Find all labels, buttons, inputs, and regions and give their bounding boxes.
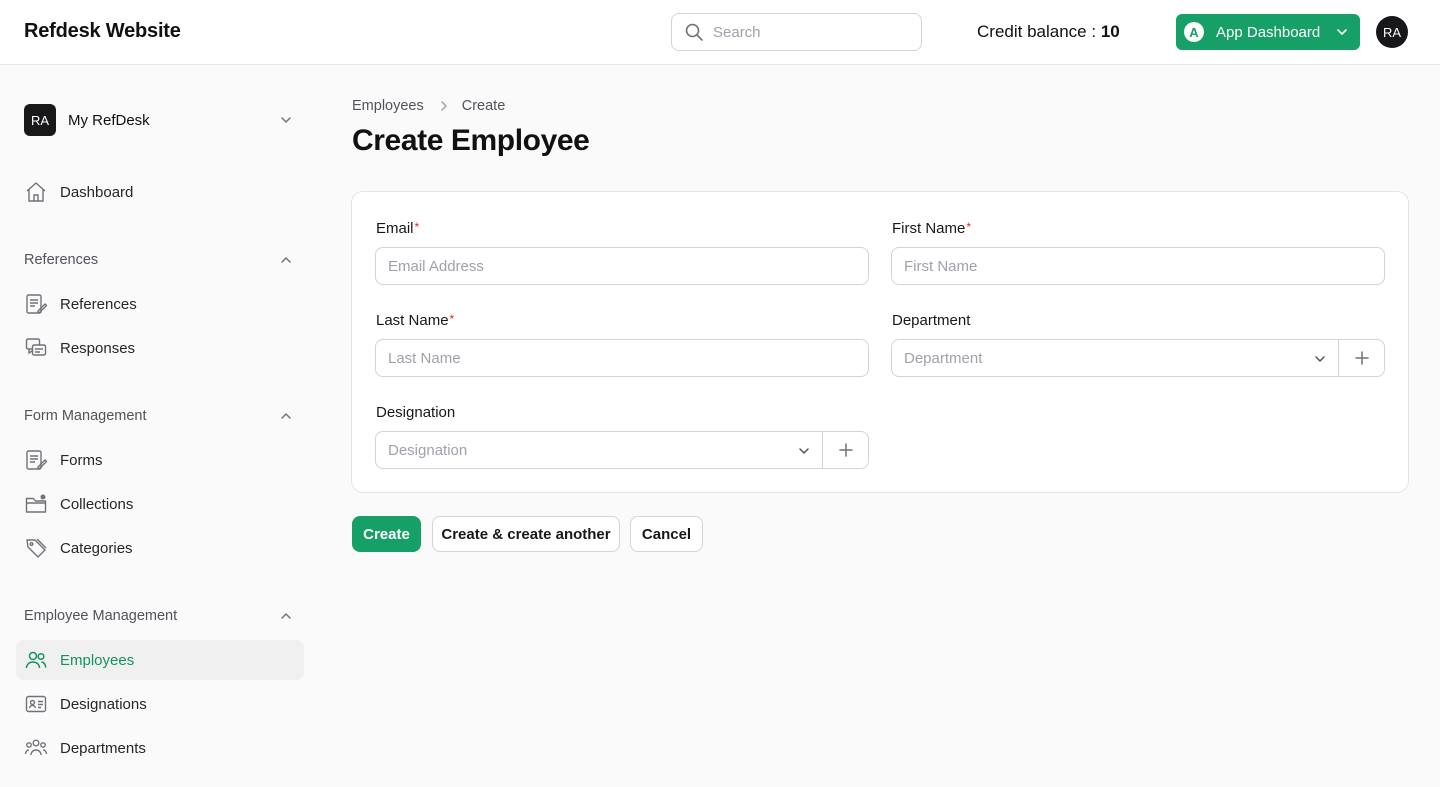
- designation-select[interactable]: Designation: [375, 431, 869, 469]
- search-box[interactable]: [671, 13, 922, 51]
- sidebar-item-label: Employees: [60, 651, 135, 669]
- categories-icon: [26, 538, 47, 558]
- chevron-up-icon: [281, 413, 291, 419]
- group-label: References: [24, 252, 99, 268]
- required-mark: *: [414, 220, 420, 234]
- group-label: Employee Management: [24, 608, 178, 624]
- email-input[interactable]: [388, 248, 856, 284]
- chevron-up-icon: [281, 613, 291, 619]
- team-switcher[interactable]: RA My RefDesk: [24, 104, 296, 136]
- employee-form-card: Email* First Name* Last Name* Department…: [351, 191, 1409, 493]
- first-name-input[interactable]: [904, 248, 1372, 284]
- add-department-button[interactable]: [1338, 340, 1384, 376]
- breadcrumb-employees[interactable]: Employees: [352, 98, 424, 114]
- sidebar-item-collections[interactable]: Collections: [16, 484, 304, 524]
- sidebar-item-label: Responses: [60, 339, 136, 357]
- team-name: My RefDesk: [68, 111, 150, 129]
- last-name-label-text: Last Name: [376, 312, 449, 329]
- chevron-down-icon[interactable]: [798, 445, 810, 457]
- email-label-text: Email: [376, 220, 414, 237]
- cancel-button[interactable]: Cancel: [630, 516, 703, 552]
- sidebar-item-label: Categories: [60, 539, 133, 557]
- collections-icon: [25, 494, 47, 513]
- references-icon: [26, 294, 48, 314]
- sidebar-item-label: Designations: [60, 695, 147, 713]
- page-title: Create Employee: [352, 124, 590, 157]
- home-icon: [26, 182, 46, 202]
- sidebar-item-employees[interactable]: Employees: [16, 640, 304, 680]
- breadcrumb: Employees Create: [352, 98, 505, 114]
- sidebar-item-responses[interactable]: Responses: [16, 328, 304, 368]
- plus-icon: [838, 443, 853, 457]
- sidebar-item-designations[interactable]: Designations: [16, 684, 304, 724]
- group-label: Form Management: [24, 408, 147, 424]
- brand-title[interactable]: Refdesk Website: [24, 20, 181, 43]
- team-avatar: RA: [24, 104, 56, 136]
- sidebar-item-label: Collections: [60, 495, 134, 513]
- group-form-management[interactable]: Form Management: [24, 406, 296, 426]
- chevron-right-icon: [440, 101, 447, 111]
- create-button[interactable]: Create: [352, 516, 421, 552]
- group-references[interactable]: References: [24, 250, 296, 270]
- sidebar-item-forms[interactable]: Forms: [16, 440, 304, 480]
- first-name-field[interactable]: [891, 247, 1385, 285]
- sidebar-item-label: Forms: [60, 451, 103, 469]
- departments-icon: [24, 739, 48, 756]
- app-dashboard-label: App Dashboard: [1216, 23, 1321, 41]
- app-badge: A: [1184, 22, 1204, 42]
- designations-icon: [25, 695, 47, 713]
- search-input[interactable]: [713, 23, 903, 41]
- required-mark: *: [449, 312, 455, 326]
- last-name-field[interactable]: [375, 339, 869, 377]
- sidebar-item-references[interactable]: References: [16, 284, 304, 324]
- last-name-input[interactable]: [388, 340, 856, 376]
- designation-label: Designation: [376, 404, 456, 421]
- add-designation-button[interactable]: [822, 432, 868, 468]
- top-bar: Refdesk Website Credit balance : 10 A Ap…: [0, 0, 1440, 65]
- sidebar-item-label: Departments: [60, 739, 146, 757]
- department-select[interactable]: Department: [891, 339, 1385, 377]
- department-label: Department: [892, 312, 971, 329]
- last-name-label: Last Name*: [376, 312, 454, 329]
- user-avatar[interactable]: RA: [1376, 16, 1408, 48]
- breadcrumb-create: Create: [461, 98, 506, 114]
- app-dashboard-button[interactable]: A App Dashboard: [1176, 14, 1360, 50]
- required-mark: *: [966, 220, 972, 234]
- sidebar: RA My RefDesk Dashboard References Refer…: [0, 65, 320, 787]
- search-icon: [685, 23, 703, 41]
- create-another-button[interactable]: Create & create another: [432, 516, 620, 552]
- email-label: Email*: [376, 220, 419, 237]
- first-name-label-text: First Name: [892, 220, 966, 237]
- email-field[interactable]: [375, 247, 869, 285]
- sidebar-item-departments[interactable]: Departments: [16, 728, 304, 768]
- designation-placeholder: Designation: [388, 442, 468, 459]
- group-employee-management[interactable]: Employee Management: [24, 606, 296, 626]
- chevron-down-icon: [1337, 29, 1347, 35]
- plus-icon: [1354, 351, 1369, 365]
- first-name-label: First Name*: [892, 220, 971, 237]
- forms-icon: [26, 450, 48, 470]
- sidebar-item-categories[interactable]: Categories: [16, 528, 304, 568]
- sidebar-item-label: References: [60, 295, 137, 313]
- sidebar-item-dashboard[interactable]: Dashboard: [16, 172, 304, 212]
- credit-balance: Credit balance : 10: [977, 22, 1120, 42]
- credit-value: 10: [1100, 22, 1120, 41]
- credit-label: Credit balance :: [977, 22, 1097, 41]
- employees-icon: [25, 651, 47, 669]
- department-placeholder: Department: [904, 350, 983, 367]
- chevron-up-icon: [281, 257, 291, 263]
- responses-icon: [25, 338, 47, 356]
- sidebar-item-label: Dashboard: [60, 183, 134, 201]
- chevron-down-icon: [281, 117, 291, 123]
- chevron-down-icon[interactable]: [1314, 353, 1326, 365]
